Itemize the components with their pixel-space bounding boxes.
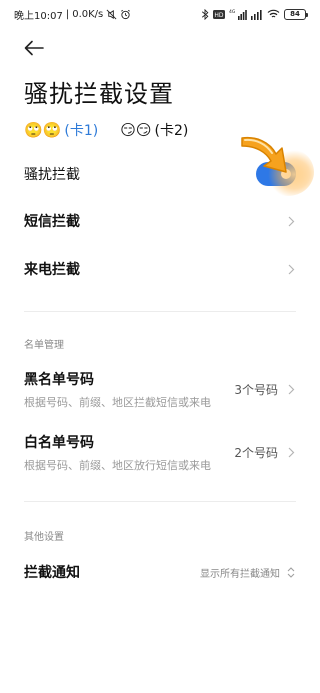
chevron-right-icon (286, 262, 296, 276)
sim2-label: (卡2) (154, 123, 189, 139)
status-right: HD 4G 84 (201, 8, 308, 20)
blacklist-row[interactable]: 黑名单号码 根据号码、前缀、地区拦截短信或来电 3个号码 (0, 368, 320, 410)
section-divider (24, 311, 296, 312)
page-title: 骚扰拦截设置 (24, 80, 174, 108)
hd-icon: HD (213, 9, 225, 19)
status-time: 晚上10:07 (14, 10, 63, 22)
toggle-track (256, 162, 296, 186)
sim1-label: (卡1) (64, 123, 99, 139)
whitelist-title: 白名单号码 (24, 434, 94, 451)
blacklist-count: 3个号码 (234, 382, 278, 397)
sim1-emoji: 🙄🙄 (24, 121, 62, 139)
chevron-right-icon (286, 214, 296, 228)
svg-text:HD: HD (214, 12, 224, 19)
status-separator: | (65, 8, 70, 20)
alarm-icon (120, 9, 131, 20)
chevron-right-icon (286, 382, 296, 396)
whitelist-text: 白名单号码 根据号码、前缀、地区放行短信或来电 (24, 432, 211, 473)
harassment-interception-label: 骚扰拦截 (24, 167, 80, 183)
harassment-interception-row[interactable]: 骚扰拦截 (0, 158, 320, 190)
signal-4g-icon: 4G (229, 9, 247, 20)
sim2-emoji: 😏😏 (120, 121, 152, 139)
chevron-up-down-icon (286, 565, 296, 579)
intercept-notification-row[interactable]: 拦截通知 显示所有拦截通知 (0, 556, 320, 588)
call-interception-label: 来电拦截 (24, 262, 80, 278)
sms-interception-label: 短信拦截 (24, 214, 80, 230)
bluetooth-icon (201, 8, 209, 20)
blacklist-text: 黑名单号码 根据号码、前缀、地区拦截短信或来电 (24, 369, 211, 410)
wifi-icon (267, 9, 280, 19)
battery-icon: 84 (284, 8, 308, 20)
mute-icon (106, 9, 117, 20)
blacklist-description: 根据号码、前缀、地区拦截短信或来电 (24, 395, 211, 409)
call-interception-row[interactable]: 来电拦截 (0, 253, 320, 285)
signal-icon (251, 9, 263, 20)
whitelist-row[interactable]: 白名单号码 根据号码、前缀、地区放行短信或来电 2个号码 (0, 431, 320, 473)
intercept-notification-title: 拦截通知 (24, 565, 80, 581)
intercept-notification-value: 显示所有拦截通知 (200, 568, 280, 580)
sim-selector: 🙄🙄 (卡1) 😏😏 (卡2) (24, 120, 188, 140)
status-left: 晚上10:07 | 0.0K/s (14, 7, 131, 22)
sim2-tab[interactable]: 😏😏 (卡2) (120, 120, 188, 140)
back-button[interactable] (22, 36, 46, 60)
svg-text:4G: 4G (229, 9, 236, 15)
whitelist-count: 2个号码 (234, 445, 278, 460)
chevron-right-icon (286, 445, 296, 459)
status-bar: 晚上10:07 | 0.0K/s HD 4G 84 (0, 0, 320, 28)
other-settings-section-label: 其他设置 (24, 532, 64, 543)
toggle-knob (281, 169, 291, 179)
sms-interception-row[interactable]: 短信拦截 (0, 205, 320, 237)
list-management-section-label: 名单管理 (24, 340, 64, 351)
whitelist-description: 根据号码、前缀、地区放行短信或来电 (24, 458, 211, 472)
section-divider (24, 501, 296, 502)
harassment-toggle[interactable] (252, 161, 296, 187)
sim1-tab[interactable]: 🙄🙄 (卡1) (24, 120, 98, 140)
status-net-speed: 0.0K/s (72, 8, 104, 20)
back-arrow-icon (24, 40, 44, 56)
blacklist-title: 黑名单号码 (24, 371, 94, 388)
